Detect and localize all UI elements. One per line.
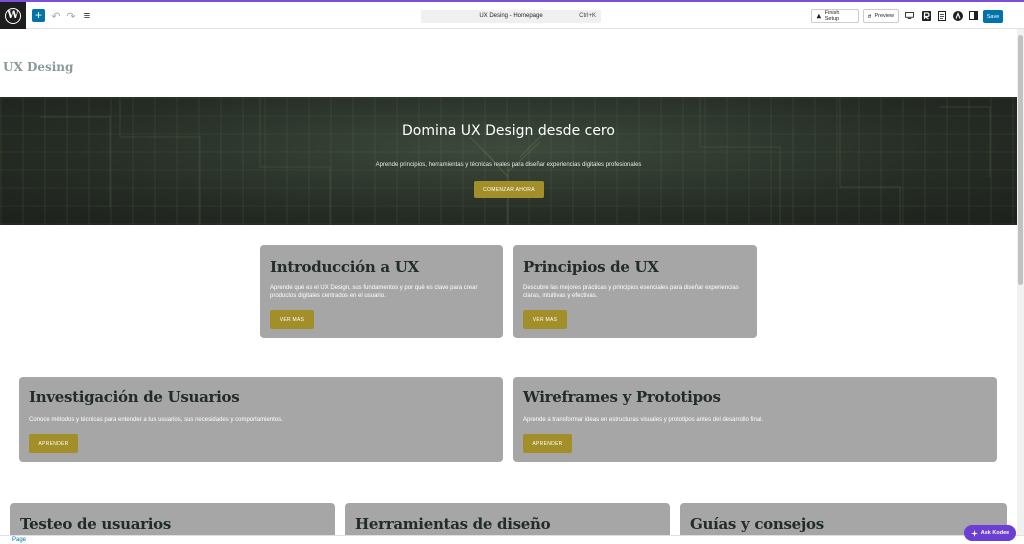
site-title[interactable]: UX Desing [3,60,73,74]
card-text: Aprende a transformar ideas en estructur… [523,417,764,423]
document-overview-button[interactable]: ≡ [81,9,93,23]
card-testeo[interactable]: Testeo de usuarios [10,503,335,535]
aprender-button[interactable]: APRENDER [523,434,572,453]
sparkle-icon [970,529,978,537]
editor-footer: Page [0,535,1024,544]
card-title: Herramientas de diseño [355,515,551,533]
ask-kodee-button[interactable]: Ask Kodee [964,525,1016,541]
canvas-scrollbar[interactable] [1017,29,1024,535]
save-button[interactable]: Save [983,10,1003,23]
settings-sidebar-icon[interactable] [968,10,978,21]
preview-button[interactable]: Preview [863,9,899,23]
preview-label: Preview [874,13,894,19]
finish-setup-label: Finish Setup [824,10,840,22]
editor-toolbar: W + ↶ ↷ ≡ UX Desing - Homepage Ctrl+K Fi… [0,2,1024,29]
undo-icon: ↶ [51,10,61,23]
document-icon[interactable] [937,10,947,21]
editor-canvas: UX Desing Domina UX Design desde cero Ap… [0,29,1017,535]
card-title: Introducción a UX [270,258,419,276]
plugin-r-icon[interactable] [921,10,931,21]
setup-icon [816,13,822,19]
finish-setup-button[interactable]: Finish Setup [811,9,859,23]
shortcut-hint: Ctrl+K [579,13,596,19]
list-view-icon: ≡ [83,10,91,22]
redo-icon: ↷ [66,10,76,23]
ver-mas-button[interactable]: VER MAS [270,310,314,329]
aprender-button[interactable]: APRENDER [29,434,78,453]
card-wireframes[interactable]: Wireframes y Prototipos Aprende a transf… [513,377,997,462]
card-herramientas[interactable]: Herramientas de diseño [345,503,670,535]
card-text: Descubre las mejores prácticas y princip… [523,285,739,299]
document-title: UX Desing - Homepage [479,13,543,19]
card-title: Guías y consejos [690,515,824,533]
hero-cta-button[interactable]: COMENZAR AHORA [474,181,544,198]
card-investigacion[interactable]: Investigación de Usuarios Conoce métodos… [19,377,503,462]
card-introduccion[interactable]: Introducción a UX Aprende qué es el UX D… [260,245,503,338]
ver-mas-button[interactable]: VER MAS [523,310,567,329]
hero-background-image [40,97,991,225]
astra-icon[interactable] [953,10,963,21]
card-title: Wireframes y Prototipos [523,388,721,406]
desktop-view-icon[interactable] [904,10,914,21]
undo-button[interactable]: ↶ [50,9,62,23]
wordpress-logo-button[interactable]: W [0,2,26,29]
wordpress-icon: W [5,7,21,24]
breadcrumb[interactable]: Page [12,537,26,543]
card-text: Conoce métodos y técnicas para entender … [29,417,283,423]
external-link-icon [868,14,872,18]
scrollbar-thumb[interactable] [1018,35,1023,285]
card-guias[interactable]: Guías y consejos [680,503,1007,535]
plus-icon: + [34,8,42,22]
hero-subtitle: Aprende principios, herramientas y técni… [375,162,642,168]
card-title: Testeo de usuarios [20,515,172,533]
card-title: Investigación de Usuarios [29,388,240,406]
card-text: Aprende qué es el UX Design, sus fundame… [270,285,478,299]
card-title: Principios de UX [523,258,659,276]
hero-section: Domina UX Design desde cero Aprende prin… [0,97,1017,225]
hero-title: Domina UX Design desde cero [402,123,615,139]
card-principios[interactable]: Principios de UX Descubre las mejores pr… [513,245,757,338]
redo-button[interactable]: ↷ [65,9,77,23]
ask-kodee-label: Ask Kodee [980,530,1010,536]
add-block-button[interactable]: + [32,9,45,22]
editor-window: W + ↶ ↷ ≡ UX Desing - Homepage Ctrl+K Fi… [0,0,1024,544]
command-palette-bar[interactable]: UX Desing - Homepage Ctrl+K [421,10,601,23]
